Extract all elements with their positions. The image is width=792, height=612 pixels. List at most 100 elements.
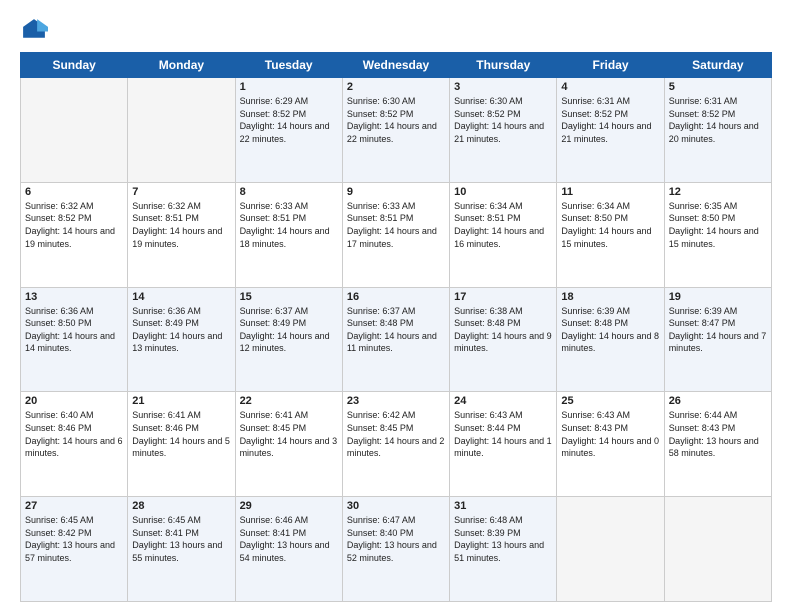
day-number: 16 (347, 291, 445, 303)
calendar-cell: 2 Sunrise: 6:30 AMSunset: 8:52 PMDaylight… (342, 78, 449, 183)
calendar-week-row: 1 Sunrise: 6:29 AMSunset: 8:52 PMDaylight… (21, 78, 772, 183)
day-number: 29 (240, 500, 338, 512)
day-info: Sunrise: 6:31 AMSunset: 8:52 PMDaylight:… (561, 95, 659, 145)
calendar-cell: 23Sunrise: 6:42 AMSunset: 8:45 PMDayligh… (342, 392, 449, 497)
calendar-cell: 10 Sunrise: 6:34 AMSunset: 8:51 PMDayligh… (450, 182, 557, 287)
day-info: Sunrise: 6:32 AMSunset: 8:51 PMDaylight:… (132, 200, 230, 250)
day-number: 7 (132, 186, 230, 198)
day-number: 25 (561, 395, 659, 407)
calendar-cell: 26 Sunrise: 6:44 AMSunset: 8:43 PMDayligh… (664, 392, 771, 497)
calendar-cell (128, 78, 235, 183)
day-number: 6 (25, 186, 123, 198)
calendar-week-row: 6Sunrise: 6:32 AMSunset: 8:52 PMDaylight… (21, 182, 772, 287)
day-number: 30 (347, 500, 445, 512)
day-number: 10 (454, 186, 552, 198)
calendar-cell (664, 497, 771, 602)
day-number: 24 (454, 395, 552, 407)
calendar-cell: 24 Sunrise: 6:43 AMSunset: 8:44 PMDayligh… (450, 392, 557, 497)
calendar-week-row: 27 Sunrise: 6:45 AMSunset: 8:42 PMDayligh… (21, 497, 772, 602)
calendar-cell: 21 Sunrise: 6:41 AMSunset: 8:46 PMDayligh… (128, 392, 235, 497)
day-number: 22 (240, 395, 338, 407)
day-number: 2 (347, 81, 445, 93)
day-number: 28 (132, 500, 230, 512)
calendar-cell: 4Sunrise: 6:31 AMSunset: 8:52 PMDaylight… (557, 78, 664, 183)
day-number: 12 (669, 186, 767, 198)
calendar-week-row: 13 Sunrise: 6:36 AMSunset: 8:50 PMDayligh… (21, 287, 772, 392)
calendar-cell: 7 Sunrise: 6:32 AMSunset: 8:51 PMDaylight… (128, 182, 235, 287)
day-info: Sunrise: 6:48 AMSunset: 8:39 PMDaylight:… (454, 514, 552, 564)
day-info: Sunrise: 6:34 AMSunset: 8:50 PMDaylight:… (561, 200, 659, 250)
day-info: Sunrise: 6:41 AMSunset: 8:46 PMDaylight:… (132, 409, 230, 459)
day-info: Sunrise: 6:36 AMSunset: 8:50 PMDaylight:… (25, 305, 123, 355)
header (20, 16, 772, 44)
weekday-header: Wednesday (342, 53, 449, 78)
calendar-cell: 3 Sunrise: 6:30 AMSunset: 8:52 PMDaylight… (450, 78, 557, 183)
day-info: Sunrise: 6:44 AMSunset: 8:43 PMDaylight:… (669, 409, 767, 459)
calendar-cell: 6Sunrise: 6:32 AMSunset: 8:52 PMDaylight… (21, 182, 128, 287)
day-info: Sunrise: 6:30 AMSunset: 8:52 PMDaylight:… (347, 95, 445, 145)
calendar-cell: 17 Sunrise: 6:38 AMSunset: 8:48 PMDayligh… (450, 287, 557, 392)
day-number: 18 (561, 291, 659, 303)
logo-icon (20, 16, 48, 44)
calendar-cell: 29 Sunrise: 6:46 AMSunset: 8:41 PMDayligh… (235, 497, 342, 602)
calendar-header-row: SundayMondayTuesdayWednesdayThursdayFrid… (21, 53, 772, 78)
day-info: Sunrise: 6:34 AMSunset: 8:51 PMDaylight:… (454, 200, 552, 250)
calendar: SundayMondayTuesdayWednesdayThursdayFrid… (20, 52, 772, 602)
calendar-cell: 15 Sunrise: 6:37 AMSunset: 8:49 PMDayligh… (235, 287, 342, 392)
calendar-cell: 25 Sunrise: 6:43 AMSunset: 8:43 PMDayligh… (557, 392, 664, 497)
day-number: 27 (25, 500, 123, 512)
day-info: Sunrise: 6:39 AMSunset: 8:47 PMDaylight:… (669, 305, 767, 355)
day-number: 15 (240, 291, 338, 303)
day-info: Sunrise: 6:47 AMSunset: 8:40 PMDaylight:… (347, 514, 445, 564)
day-info: Sunrise: 6:43 AMSunset: 8:43 PMDaylight:… (561, 409, 659, 459)
weekday-header: Friday (557, 53, 664, 78)
day-info: Sunrise: 6:40 AMSunset: 8:46 PMDaylight:… (25, 409, 123, 459)
calendar-cell: 31 Sunrise: 6:48 AMSunset: 8:39 PMDayligh… (450, 497, 557, 602)
calendar-cell: 16Sunrise: 6:37 AMSunset: 8:48 PMDayligh… (342, 287, 449, 392)
calendar-cell: 30 Sunrise: 6:47 AMSunset: 8:40 PMDayligh… (342, 497, 449, 602)
day-info: Sunrise: 6:45 AMSunset: 8:41 PMDaylight:… (132, 514, 230, 564)
calendar-cell: 20 Sunrise: 6:40 AMSunset: 8:46 PMDayligh… (21, 392, 128, 497)
calendar-cell: 14 Sunrise: 6:36 AMSunset: 8:49 PMDayligh… (128, 287, 235, 392)
day-info: Sunrise: 6:33 AMSunset: 8:51 PMDaylight:… (240, 200, 338, 250)
day-number: 8 (240, 186, 338, 198)
day-info: Sunrise: 6:37 AMSunset: 8:49 PMDaylight:… (240, 305, 338, 355)
day-number: 20 (25, 395, 123, 407)
calendar-week-row: 20 Sunrise: 6:40 AMSunset: 8:46 PMDayligh… (21, 392, 772, 497)
day-number: 5 (669, 81, 767, 93)
day-number: 23 (347, 395, 445, 407)
calendar-cell: 18 Sunrise: 6:39 AMSunset: 8:48 PMDayligh… (557, 287, 664, 392)
day-info: Sunrise: 6:30 AMSunset: 8:52 PMDaylight:… (454, 95, 552, 145)
day-info: Sunrise: 6:33 AMSunset: 8:51 PMDaylight:… (347, 200, 445, 250)
day-number: 14 (132, 291, 230, 303)
weekday-header: Sunday (21, 53, 128, 78)
calendar-cell: 13 Sunrise: 6:36 AMSunset: 8:50 PMDayligh… (21, 287, 128, 392)
day-number: 3 (454, 81, 552, 93)
weekday-header: Thursday (450, 53, 557, 78)
day-number: 21 (132, 395, 230, 407)
day-info: Sunrise: 6:36 AMSunset: 8:49 PMDaylight:… (132, 305, 230, 355)
day-number: 1 (240, 81, 338, 93)
day-info: Sunrise: 6:31 AMSunset: 8:52 PMDaylight:… (669, 95, 767, 145)
calendar-cell (557, 497, 664, 602)
day-number: 26 (669, 395, 767, 407)
day-number: 17 (454, 291, 552, 303)
calendar-cell: 22 Sunrise: 6:41 AMSunset: 8:45 PMDayligh… (235, 392, 342, 497)
day-number: 9 (347, 186, 445, 198)
day-number: 13 (25, 291, 123, 303)
day-info: Sunrise: 6:39 AMSunset: 8:48 PMDaylight:… (561, 305, 659, 355)
day-info: Sunrise: 6:43 AMSunset: 8:44 PMDaylight:… (454, 409, 552, 459)
day-info: Sunrise: 6:38 AMSunset: 8:48 PMDaylight:… (454, 305, 552, 355)
day-number: 19 (669, 291, 767, 303)
day-info: Sunrise: 6:29 AMSunset: 8:52 PMDaylight:… (240, 95, 338, 145)
calendar-cell: 5 Sunrise: 6:31 AMSunset: 8:52 PMDaylight… (664, 78, 771, 183)
calendar-cell: 27 Sunrise: 6:45 AMSunset: 8:42 PMDayligh… (21, 497, 128, 602)
day-info: Sunrise: 6:45 AMSunset: 8:42 PMDaylight:… (25, 514, 123, 564)
day-number: 31 (454, 500, 552, 512)
weekday-header: Saturday (664, 53, 771, 78)
logo (20, 16, 52, 44)
calendar-cell: 8 Sunrise: 6:33 AMSunset: 8:51 PMDaylight… (235, 182, 342, 287)
day-info: Sunrise: 6:41 AMSunset: 8:45 PMDaylight:… (240, 409, 338, 459)
calendar-cell: 19 Sunrise: 6:39 AMSunset: 8:47 PMDayligh… (664, 287, 771, 392)
day-info: Sunrise: 6:46 AMSunset: 8:41 PMDaylight:… (240, 514, 338, 564)
